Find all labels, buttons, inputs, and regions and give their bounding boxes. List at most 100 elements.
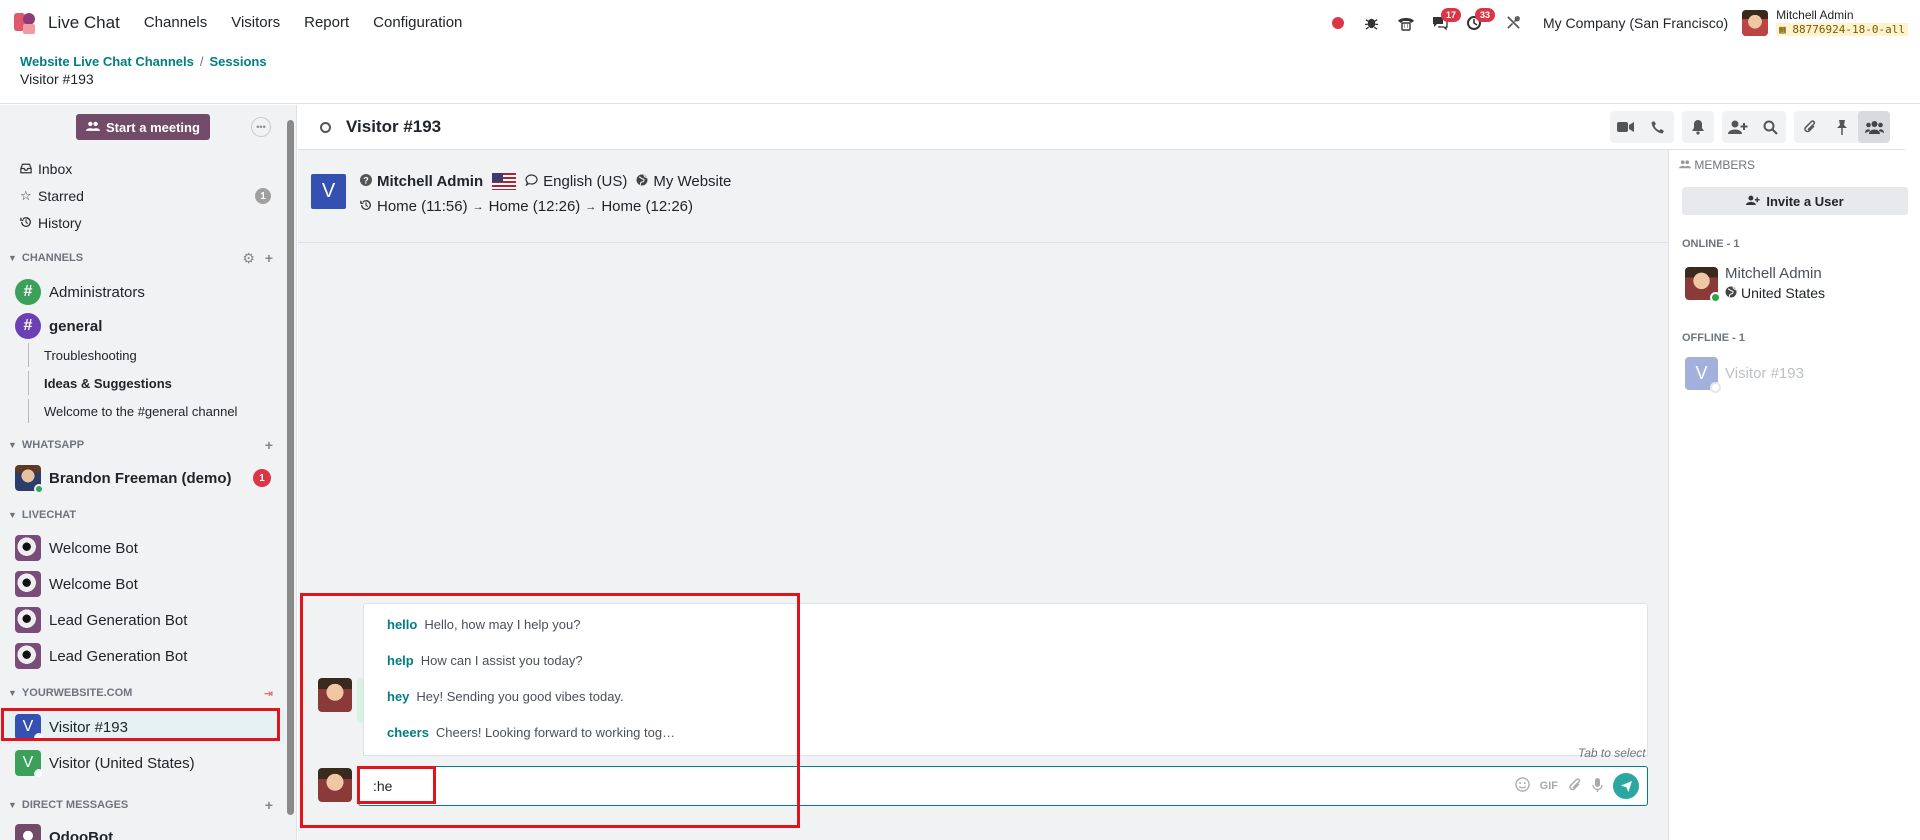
operator-name: Mitchell Admin [377,173,484,190]
canned-response-suggestions: hello Hello, how may I help you? help How … [363,603,1648,756]
breadcrumb-sessions[interactable]: Sessions [209,54,266,69]
recording-indicator-icon[interactable] [1323,8,1353,38]
add-user-icon[interactable] [1722,111,1754,143]
activities-clock-icon[interactable]: 33 [1459,7,1495,38]
add-user-icon [1746,194,1760,209]
bug-icon[interactable] [1357,8,1387,38]
visitor-avatar: V [311,174,346,209]
video-call-icon[interactable] [1610,111,1642,143]
livechat-item[interactable]: Welcome Bot [0,567,285,601]
sidebar-scroll-thumb[interactable] [287,120,294,815]
microphone-icon[interactable] [1592,777,1603,796]
inbox-icon [20,162,38,177]
menu-visitors[interactable]: Visitors [231,14,280,31]
suggestion-item[interactable]: hey Hey! Sending you good vibes today. [387,686,624,706]
star-icon: ☆ [20,188,32,203]
sub-thread-welcome[interactable]: Welcome to the #general channel [28,399,285,423]
chevron-down-icon: ▼ [8,688,17,698]
us-flag-icon [492,173,517,190]
voice-call-icon[interactable] [1642,111,1674,143]
chevron-down-icon: ▼ [8,800,17,810]
member-offline[interactable]: V Visitor #193 [1685,357,1804,393]
visitor-website: My Website [653,173,732,190]
website-visitor-193[interactable]: V Visitor #193 [0,710,285,744]
control-panel: Website Live Chat Channels / Sessions Visi… [0,46,1920,104]
offline-section-label: OFFLINE - 1 [1682,332,1745,344]
send-button[interactable] [1613,773,1639,799]
suggestion-item[interactable]: hello Hello, how may I help you? [387,614,580,634]
visitor-language: English (US) [543,173,628,190]
gif-button[interactable]: GIF [1540,780,1558,792]
more-options-icon[interactable]: ••• [251,117,271,137]
live-chat-app-icon[interactable] [12,10,38,36]
history-icon [20,216,38,231]
members-title: MEMBERS [1679,158,1755,172]
users-icon [86,120,100,135]
hashtag-icon: # [15,313,41,339]
member-online[interactable]: Mitchell Admin United States [1685,265,1825,303]
channel-administrators[interactable]: # Administrators [0,275,285,309]
category-channels[interactable]: ▼ CHANNELS ⚙ + [0,248,285,268]
menu-channels[interactable]: Channels [144,14,207,31]
suggestion-item[interactable]: cheers Cheers! Looking forward to working… [387,722,675,742]
gear-icon[interactable]: ⚙ [242,250,255,267]
suggestion-item[interactable]: help How can I assist you today? [387,650,583,670]
online-section-label: ONLINE - 1 [1682,238,1740,250]
hashtag-icon: # [15,279,41,305]
invite-user-button[interactable]: Invite a User [1682,187,1908,215]
search-icon[interactable] [1754,111,1786,143]
menu-report[interactable]: Report [304,14,349,31]
tab-to-select-hint: Tab to select [1578,746,1646,760]
pin-icon[interactable] [1826,111,1858,143]
livechat-item[interactable]: Lead Generation Bot [0,603,285,637]
leave-icon[interactable]: ⇥ [264,687,273,700]
add-dm-icon[interactable]: + [265,797,273,813]
company-switcher[interactable]: My Company (San Francisco) [1543,15,1728,31]
add-whatsapp-icon[interactable]: + [265,437,273,453]
menu-configuration[interactable]: Configuration [373,14,462,31]
members-panel: MEMBERS Invite a User ONLINE - 1 Mitchel… [1668,150,1920,840]
user-menu[interactable]: Mitchell Admin ▦ 88776924-18-0-all [1742,9,1908,36]
sidebar-item-inbox[interactable]: Inbox [0,156,285,182]
livechat-item[interactable]: Lead Generation Bot [0,639,285,673]
database-badge: ▦ 88776924-18-0-all [1776,23,1908,36]
visitor-banner: V ? Mitchell Admin English (US) My Websi… [298,150,1668,243]
category-direct-messages[interactable]: ▼ DIRECT MESSAGES + [0,795,285,815]
website-visitor-us[interactable]: V Visitor (United States) [0,746,285,780]
app-name[interactable]: Live Chat [48,13,120,33]
bot-avatar [15,571,41,597]
category-website[interactable]: ▼ YOURWEBSITE.COM ⇥ [0,683,285,703]
add-channel-icon[interactable]: + [265,250,273,267]
category-livechat[interactable]: ▼ LIVECHAT [0,505,285,525]
odoobot-avatar [15,824,41,840]
sidebar-item-starred[interactable]: ☆ Starred 1 [0,183,285,209]
attach-file-icon[interactable] [1568,777,1582,796]
visitor-avatar: V [15,750,44,779]
channel-general[interactable]: # general [0,309,285,343]
page-history-item: Home (12:26) [488,198,581,215]
messages-icon[interactable]: 17 [1425,7,1461,38]
notification-bell-icon[interactable] [1682,111,1714,143]
dm-odoobot[interactable]: OdooBot [0,820,285,840]
emoji-icon[interactable] [1514,777,1530,795]
livechat-item[interactable]: Welcome Bot [0,531,285,565]
category-whatsapp[interactable]: ▼ WHATSAPP + [0,435,285,455]
arrow-right-icon: → [585,200,597,213]
thread-title[interactable]: Visitor #193 [346,117,441,137]
tools-icon[interactable] [1499,8,1529,38]
whatsapp-contact[interactable]: Brandon Freeman (demo) 1 [0,461,285,495]
message-input[interactable] [373,778,1273,794]
start-meeting-button[interactable]: Start a meeting [76,114,210,140]
members-icon[interactable] [1858,111,1890,143]
breadcrumb-current: Visitor #193 [20,71,94,87]
page-history-item: Home (11:56) [377,198,468,215]
attachments-icon[interactable] [1794,111,1826,143]
composer-avatar [318,768,352,802]
sub-thread-ideas[interactable]: Ideas & Suggestions [28,371,285,395]
sub-thread-troubleshooting[interactable]: Troubleshooting [28,343,285,367]
sidebar-item-history[interactable]: History [0,210,285,236]
speech-bubble-icon [525,173,538,190]
phone-icon[interactable] [1391,8,1421,38]
breadcrumb-channels[interactable]: Website Live Chat Channels [20,54,194,69]
composer: GIF [358,766,1648,806]
